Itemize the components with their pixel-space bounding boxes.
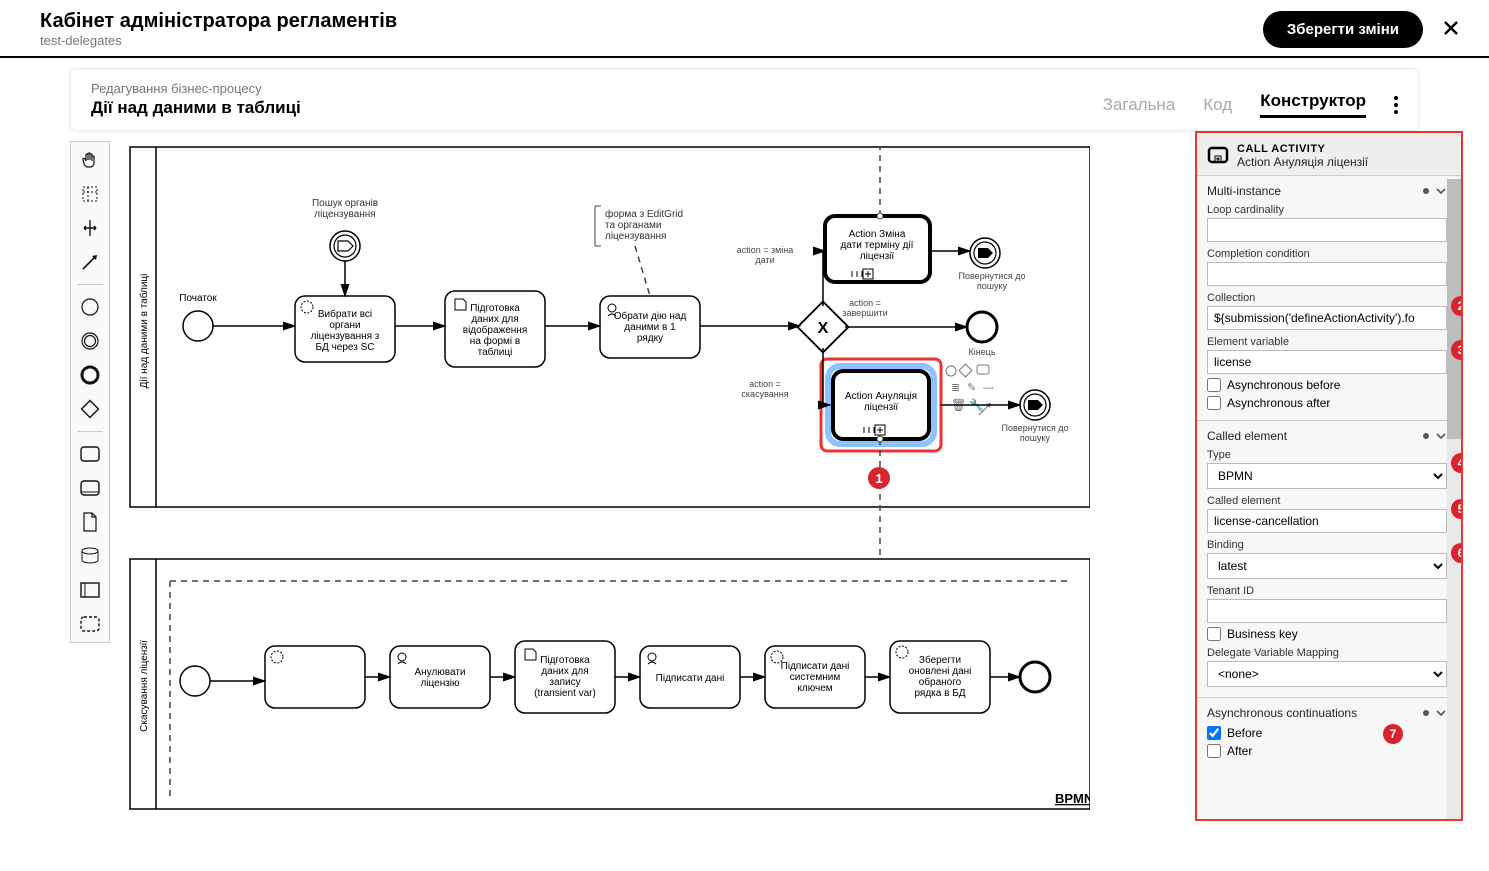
start-label: Початок xyxy=(179,293,217,304)
svg-text:X: X xyxy=(818,320,829,337)
tenant-id-input[interactable] xyxy=(1207,599,1447,623)
svg-text:Анулюватиліцензію: Анулюватиліцензію xyxy=(414,667,465,689)
participant-icon[interactable] xyxy=(78,578,102,602)
kebab-menu-icon[interactable] xyxy=(1394,96,1398,114)
loop-cardinality-input[interactable] xyxy=(1207,218,1447,242)
element-variable-input[interactable] xyxy=(1207,350,1447,374)
app-header-left: Кабінет адміністратора регламентів test-… xyxy=(40,10,397,48)
breadcrumb: Редагування бізнес-процесу xyxy=(91,81,301,96)
bpmn-palette xyxy=(70,141,110,643)
data-object-icon[interactable] xyxy=(78,510,102,534)
start-event[interactable] xyxy=(183,311,213,341)
hand-tool-icon[interactable] xyxy=(78,148,102,172)
binding-select[interactable]: latest xyxy=(1207,553,1447,579)
element-type: CALL ACTIVITY xyxy=(1237,143,1368,155)
tab-general[interactable]: Загальна xyxy=(1103,95,1176,115)
svg-text:action = змінадати: action = змінадати xyxy=(737,245,794,265)
callout-badge-7: 7 xyxy=(1383,724,1403,744)
app-subtitle: test-delegates xyxy=(40,33,397,48)
svg-text:Повернутися допошуку: Повернутися допошуку xyxy=(959,271,1026,291)
chevron-down-icon[interactable] xyxy=(1435,185,1447,197)
group-icon[interactable] xyxy=(78,612,102,636)
collection-input[interactable] xyxy=(1207,306,1447,330)
pool2-label: Скасування ліцензії xyxy=(139,640,150,732)
delegate-var-mapping-label: Delegate Variable Mapping xyxy=(1207,647,1447,659)
end-event-icon[interactable] xyxy=(78,363,102,387)
lasso-tool-icon[interactable] xyxy=(78,182,102,206)
cont-after-checkbox[interactable] xyxy=(1207,744,1221,758)
svg-text:action =завершити: action =завершити xyxy=(842,298,887,318)
end-event[interactable] xyxy=(967,312,997,342)
section-async-continuations[interactable]: Asynchronous continuations xyxy=(1207,706,1357,720)
p2-task-service[interactable] xyxy=(265,646,365,708)
svg-text:—: — xyxy=(983,382,994,394)
connect-tool-icon[interactable] xyxy=(78,250,102,274)
call-activity-type-icon xyxy=(1207,145,1229,167)
called-element-input[interactable] xyxy=(1207,509,1447,533)
start-event-icon[interactable] xyxy=(78,295,102,319)
data-store-icon[interactable] xyxy=(78,544,102,568)
annot-editgrid: форма з EditGridта органамиліцензування xyxy=(605,208,683,242)
collection-label: Collection xyxy=(1207,292,1447,304)
task-icon[interactable] xyxy=(78,442,102,466)
p2-end[interactable] xyxy=(1020,662,1050,692)
app-title: Кабінет адміністратора регламентів xyxy=(40,10,397,33)
completion-condition-input[interactable] xyxy=(1207,262,1447,286)
tab-builder[interactable]: Конструктор xyxy=(1260,91,1366,118)
svg-text:✎: ✎ xyxy=(967,382,976,394)
tab-code[interactable]: Код xyxy=(1203,95,1232,115)
business-key-checkbox[interactable] xyxy=(1207,627,1221,641)
async-after-checkbox[interactable] xyxy=(1207,396,1221,410)
svg-text:Повернутися допошуку: Повернутися допошуку xyxy=(1002,423,1069,443)
gateway-icon[interactable] xyxy=(78,397,102,421)
element-name: Action Ануляція ліцензії xyxy=(1237,155,1368,169)
section-called-element[interactable]: Called element xyxy=(1207,429,1287,443)
delegate-var-mapping-select[interactable]: <none> xyxy=(1207,661,1447,687)
chevron-down-icon[interactable] xyxy=(1435,430,1447,442)
type-label: Type xyxy=(1207,449,1447,461)
chevron-down-icon[interactable] xyxy=(1435,707,1447,719)
loop-cardinality-label: Loop cardinality xyxy=(1207,204,1447,216)
svg-text:Вибрати всіорганиліцензування: Вибрати всіорганиліцензування зБД через … xyxy=(311,308,380,353)
binding-label: Binding xyxy=(1207,539,1447,551)
bpmn-logo: BPMN.iO xyxy=(1055,791,1090,806)
save-button[interactable]: Зберегти зміни xyxy=(1263,11,1423,48)
call-activity-icon[interactable] xyxy=(78,476,102,500)
context-pad[interactable]: ≣ ✎ — 🗑 🔧 xyxy=(946,364,994,415)
element-variable-label: Element variable xyxy=(1207,336,1447,348)
app-header: Кабінет адміністратора регламентів test-… xyxy=(0,0,1489,58)
annot-search: Пошук органівліцензування xyxy=(312,198,378,220)
page-header: Редагування бізнес-процесу Дії над даним… xyxy=(70,68,1419,131)
svg-text:≣: ≣ xyxy=(951,382,960,394)
called-element-label: Called element xyxy=(1207,495,1447,507)
type-select[interactable]: BPMN xyxy=(1207,463,1447,489)
pool1-label: Дії над даними в таблиці xyxy=(138,274,150,389)
svg-text:Підписати дані: Підписати дані xyxy=(656,673,725,684)
section-multi-instance[interactable]: Multi-instance xyxy=(1207,184,1281,198)
space-tool-icon[interactable] xyxy=(78,216,102,240)
intermediate-event-icon[interactable] xyxy=(78,329,102,353)
close-icon[interactable] xyxy=(1443,20,1459,39)
p2-start[interactable] xyxy=(180,666,210,696)
page-title: Дії над даними в таблиці xyxy=(91,98,301,118)
properties-panel: CALL ACTIVITY Action Ануляція ліцензії M… xyxy=(1195,131,1463,821)
svg-text:action =скасування: action =скасування xyxy=(741,379,788,399)
async-before-checkbox[interactable] xyxy=(1207,378,1221,392)
svg-text:Кінець: Кінець xyxy=(968,347,995,357)
completion-condition-label: Completion condition xyxy=(1207,248,1447,260)
cont-before-checkbox[interactable] xyxy=(1207,726,1221,740)
callout-badge-1: 1 xyxy=(868,467,890,489)
tenant-id-label: Tenant ID xyxy=(1207,585,1447,597)
